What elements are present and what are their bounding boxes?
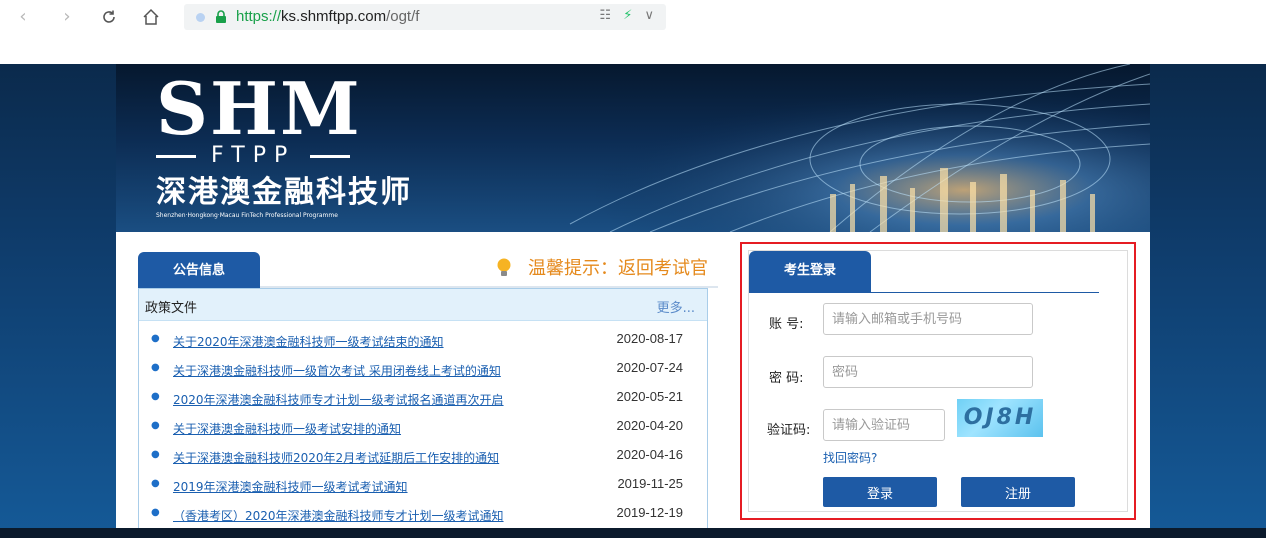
qr-icon[interactable]: ☷ <box>599 8 611 23</box>
browser-toolbar: ‹ › https://ks.shmftpp.com/ogt/f ☷ ⚡ ∨ <box>0 0 1266 36</box>
bullet-icon: ● <box>151 362 160 373</box>
notice-date: 2019-12-19 <box>616 505 684 520</box>
lock-icon <box>216 10 226 23</box>
lightbulb-icon <box>497 258 511 276</box>
captcha-label: 验证码: <box>767 423 811 438</box>
logo-main: SHM <box>156 66 362 151</box>
notice-link[interactable]: 关于深港澳金融科技师一级考试安排的通知 <box>173 420 401 437</box>
captcha-image[interactable]: OJ8H <box>957 399 1043 437</box>
list-item: ● 关于深港澳金融科技师一级首次考试 采用闭卷线上考试的通知 2020-07-2… <box>139 354 707 383</box>
bullet-icon: ● <box>151 449 160 460</box>
bullet-icon: ● <box>151 420 160 431</box>
notice-link[interactable]: 关于2020年深港澳金融科技师一级考试结束的通知 <box>173 333 444 350</box>
account-input[interactable] <box>823 303 1033 335</box>
logo-sub-text: FTPP <box>211 143 296 168</box>
login-highlight-frame: 考生登录 账 号: 密 码: 验证码: OJ8H 找回密码? 登录 注册 <box>740 242 1136 520</box>
bullet-icon: ● <box>151 507 160 518</box>
more-link[interactable]: 更多... <box>657 297 695 316</box>
password-label: 密 码: <box>769 371 804 386</box>
captcha-input[interactable] <box>823 409 945 441</box>
policy-list: 政策文件 更多... ● 关于2020年深港澳金融科技师一级考试结束的通知 20… <box>138 288 708 538</box>
tab-login[interactable]: 考生登录 <box>749 251 871 293</box>
address-bar[interactable]: https://ks.shmftpp.com/ogt/f ☷ ⚡ ∨ <box>184 4 666 30</box>
bullet-icon: ● <box>151 391 160 402</box>
notice-link[interactable]: 2019年深港澳金融科技师一级考试考试通知 <box>173 478 408 495</box>
notice-link[interactable]: 关于深港澳金融科技师一级首次考试 采用闭卷线上考试的通知 <box>173 362 501 379</box>
bottom-edge <box>0 528 1266 538</box>
notice-date: 2020-04-20 <box>616 418 684 433</box>
reload-icon[interactable] <box>98 6 120 28</box>
login-tabbar: 考生登录 <box>749 251 1099 293</box>
notice-date: 2020-05-21 <box>616 389 684 404</box>
list-item: ● 关于深港澳金融科技师2020年2月考试延期后工作安排的通知 2020-04-… <box>139 441 707 470</box>
bullet-icon: ● <box>151 333 160 344</box>
back-icon[interactable]: ‹ <box>12 6 34 28</box>
tab-notice[interactable]: 公告信息 <box>138 252 260 292</box>
login-panel: 考生登录 账 号: 密 码: 验证码: OJ8H 找回密码? 登录 注册 <box>748 250 1128 512</box>
account-label: 账 号: <box>769 317 804 332</box>
list-title: 政策文件 <box>145 301 198 316</box>
list-item: ● 关于2020年深港澳金融科技师一级考试结束的通知 2020-08-17 <box>139 325 707 354</box>
tip-text: 温馨提示：返回考试官 <box>528 258 708 279</box>
notice-link[interactable]: （香港考区）2020年深港澳金融科技师专才计划一级考试通知 <box>173 507 504 524</box>
header-banner: SHM FTPP 深港澳金融科技师 Shenzhen·Hongkong·Maca… <box>116 64 1150 232</box>
main-content: 公告信息 温馨提示：返回考试官 政策文件 更多... ● 关于2020年深港澳金… <box>116 232 1150 538</box>
bolt-icon[interactable]: ⚡ <box>623 8 632 23</box>
notice-link[interactable]: 2020年深港澳金融科技师专才计划一级考试报名通道再次开启 <box>173 391 504 408</box>
forgot-password-link[interactable]: 找回密码? <box>823 449 877 466</box>
list-item: ● 关于深港澳金融科技师一级考试安排的通知 2020-04-20 <box>139 412 707 441</box>
home-icon[interactable] <box>140 6 162 28</box>
logo-sub: FTPP <box>156 144 412 168</box>
chevron-down-icon[interactable]: ∨ <box>644 8 654 23</box>
notice-date: 2020-08-17 <box>616 331 684 346</box>
register-button[interactable]: 注册 <box>961 477 1075 507</box>
notice-link[interactable]: 关于深港澳金融科技师2020年2月考试延期后工作安排的通知 <box>173 449 499 466</box>
forward-icon[interactable]: › <box>56 6 78 28</box>
login-button[interactable]: 登录 <box>823 477 937 507</box>
logo-chinese-name: 深港澳金融科技师 <box>156 175 412 210</box>
url-scheme: https:// <box>236 8 282 25</box>
logo-english-name: Shenzhen·Hongkong·Macau FinTech Professi… <box>156 212 338 219</box>
url-text[interactable]: https://ks.shmftpp.com/ogt/f <box>236 8 419 25</box>
list-header: 政策文件 更多... <box>139 289 707 321</box>
logo: SHM FTPP 深港澳金融科技师 Shenzhen·Hongkong·Maca… <box>156 66 412 220</box>
city-skyline-image <box>530 64 1150 232</box>
password-input[interactable] <box>823 356 1033 388</box>
notice-date: 2019-11-25 <box>617 476 683 491</box>
list-item: ● 2020年深港澳金融科技师专才计划一级考试报名通道再次开启 2020-05-… <box>139 383 707 412</box>
list-item: ● 2019年深港澳金融科技师一级考试考试通知 2019-11-25 <box>139 470 707 499</box>
list-item: ● （香港考区）2020年深港澳金融科技师专才计划一级考试通知 2019-12-… <box>139 499 707 528</box>
notice-date: 2020-04-16 <box>616 447 684 462</box>
url-host: ks.shmftpp.com <box>281 8 387 25</box>
tip-marquee: 温馨提示：返回考试官 <box>496 258 718 284</box>
site-info-icon[interactable] <box>196 13 205 22</box>
url-path: /ogt/f <box>386 8 420 25</box>
page-background: SHM FTPP 深港澳金融科技师 Shenzhen·Hongkong·Maca… <box>0 64 1266 538</box>
notice-date: 2020-07-24 <box>616 360 684 375</box>
bullet-icon: ● <box>151 478 160 489</box>
